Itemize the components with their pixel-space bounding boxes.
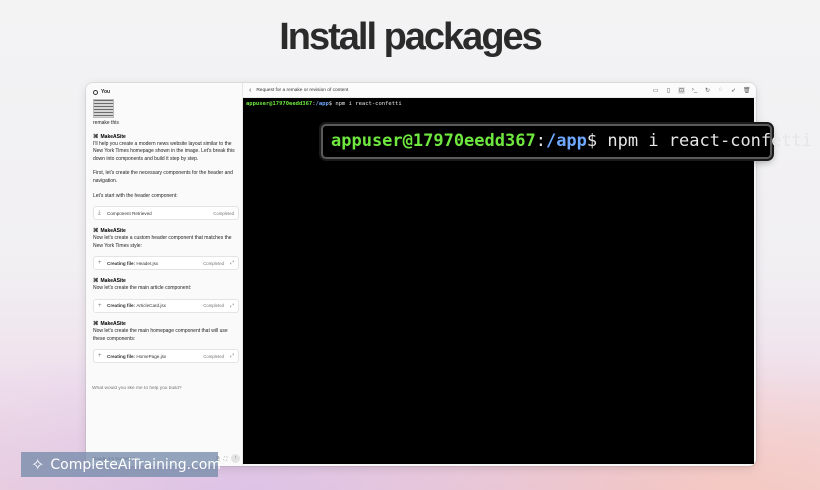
chat-panel: You remake this ⌘ MakeASite I'll help yo…: [86, 83, 243, 466]
back-arrow-icon[interactable]: ‹: [249, 87, 251, 94]
assistant-message: ⌘ MakeASite I'll help you create a moder…: [93, 133, 239, 221]
tool-card[interactable]: ⤓ Component Retrieved Completed: [93, 206, 239, 221]
assistant-message: ⌘ MakeASite Now let's create the main ho…: [93, 320, 239, 364]
sparkle-logo-icon: ✧: [31, 455, 45, 474]
message-paragraph: I'll help you create a modern news websi…: [93, 140, 235, 162]
sparkle-icon: ⌘: [93, 133, 99, 140]
card-prefix: Creating file:: [107, 353, 136, 359]
download-icon: ⤓: [98, 209, 101, 216]
sparkle-icon: ⌘: [93, 320, 99, 327]
panel-title: Request for a remake or revision of cont…: [256, 87, 349, 93]
message-paragraph: Let's start with the header component:: [93, 192, 178, 199]
watermark-text: CompleteAiTraining.com: [50, 456, 221, 473]
plus-icon: +: [98, 353, 102, 360]
card-status: Completed: [213, 210, 234, 216]
user-header: You: [93, 88, 239, 97]
assistant-header: ⌘ MakeASite: [93, 277, 239, 285]
card-text: ArticleCard.jsx: [136, 303, 166, 309]
terminal-path: /app: [315, 101, 329, 107]
card-status: Completed: [203, 353, 224, 359]
user-message: remake this: [93, 120, 119, 126]
zoom-path: /app: [545, 131, 587, 151]
card-text: HomePage.jsx: [136, 353, 167, 359]
sparkle-icon: ⌘: [93, 228, 99, 235]
assistant-message: ⌘ MakeASite Now let's create the main ar…: [93, 277, 239, 313]
assistant-name: MakeASite: [100, 228, 126, 235]
refresh-icon[interactable]: ↻: [704, 87, 711, 94]
user-icon: [93, 90, 98, 95]
terminal-icon[interactable]: ›_: [691, 87, 698, 94]
expand-icon[interactable]: ⤢: [230, 260, 234, 266]
card-text: Header.jsx: [136, 260, 159, 266]
expand-icon[interactable]: ⤢: [230, 303, 234, 309]
assistant-name: MakeASite: [100, 133, 126, 140]
zoom-command: npm i react-confetti: [607, 131, 813, 151]
attached-image-thumbnail[interactable]: [93, 99, 114, 118]
assistant-message: ⌘ MakeASite Now let's create a custom he…: [93, 227, 239, 271]
assistant-name: MakeASite: [100, 320, 126, 327]
zoom-prompt: $: [586, 131, 608, 151]
tool-card[interactable]: + Creating file: HomePage.jsx Completed …: [93, 349, 239, 364]
trash-icon[interactable]: 🗑: [743, 87, 751, 94]
expand-view-icon[interactable]: ⛶: [224, 456, 227, 461]
message-paragraph: Now let's create a custom header compone…: [93, 235, 232, 249]
assistant-name: MakeASite: [100, 278, 126, 285]
zoomed-command-callout: appuser@17970eedd367:/app$ npm i react-c…: [321, 124, 812, 159]
code-icon[interactable]: ⊡: [678, 86, 685, 94]
card-prefix: Creating file:: [107, 260, 136, 266]
page-headline: Install packages: [279, 16, 543, 58]
assistant-header: ⌘ MakeASite: [93, 227, 239, 235]
zoom-user-host: appuser@17970eedd367: [331, 131, 536, 151]
message-paragraph: Now let's create the main homepage compo…: [93, 327, 228, 342]
terminal-command: npm i react-confetti: [335, 101, 402, 107]
watermark: ✧ CompleteAiTraining.com: [21, 452, 221, 477]
assistant-header: ⌘ MakeASite: [93, 320, 239, 328]
message-paragraph: First, let's create the necessary compon…: [93, 170, 233, 184]
plus-icon: +: [98, 260, 102, 267]
card-status: Completed: [203, 260, 224, 266]
prompt-input[interactable]: [92, 386, 236, 391]
send-button[interactable]: ↑: [231, 453, 240, 463]
card-status: Completed: [203, 303, 224, 309]
file-icon[interactable]: ▯: [665, 87, 672, 94]
sparkle-icon: ⌘: [93, 278, 99, 285]
zoom-colon: :: [535, 131, 546, 151]
layout-icon[interactable]: ▭: [652, 87, 659, 94]
chat-icon[interactable]: ◌: [717, 87, 724, 94]
panel-toolbar: ‹ Request for a remake or revision of co…: [243, 83, 756, 98]
tool-card[interactable]: + Creating file: Header.jsx Completed ⤢: [93, 256, 239, 271]
terminal-command-line: appuser@17970eedd367:/app$ npm i react-c…: [246, 101, 402, 107]
tool-card[interactable]: + Creating file: ArticleCard.jsx Complet…: [93, 298, 239, 313]
terminal-user-host: appuser@17970eedd367: [246, 101, 313, 107]
card-text: Component Retrieved: [107, 210, 152, 216]
message-paragraph: Now let's create the main article compon…: [93, 285, 192, 292]
assistant-header: ⌘ MakeASite: [93, 133, 239, 141]
rocket-icon[interactable]: ➶: [730, 87, 737, 94]
expand-icon[interactable]: ⤢: [230, 353, 234, 359]
card-prefix: Creating file:: [107, 303, 136, 309]
plus-icon: +: [98, 302, 102, 309]
user-label: You: [101, 88, 111, 95]
